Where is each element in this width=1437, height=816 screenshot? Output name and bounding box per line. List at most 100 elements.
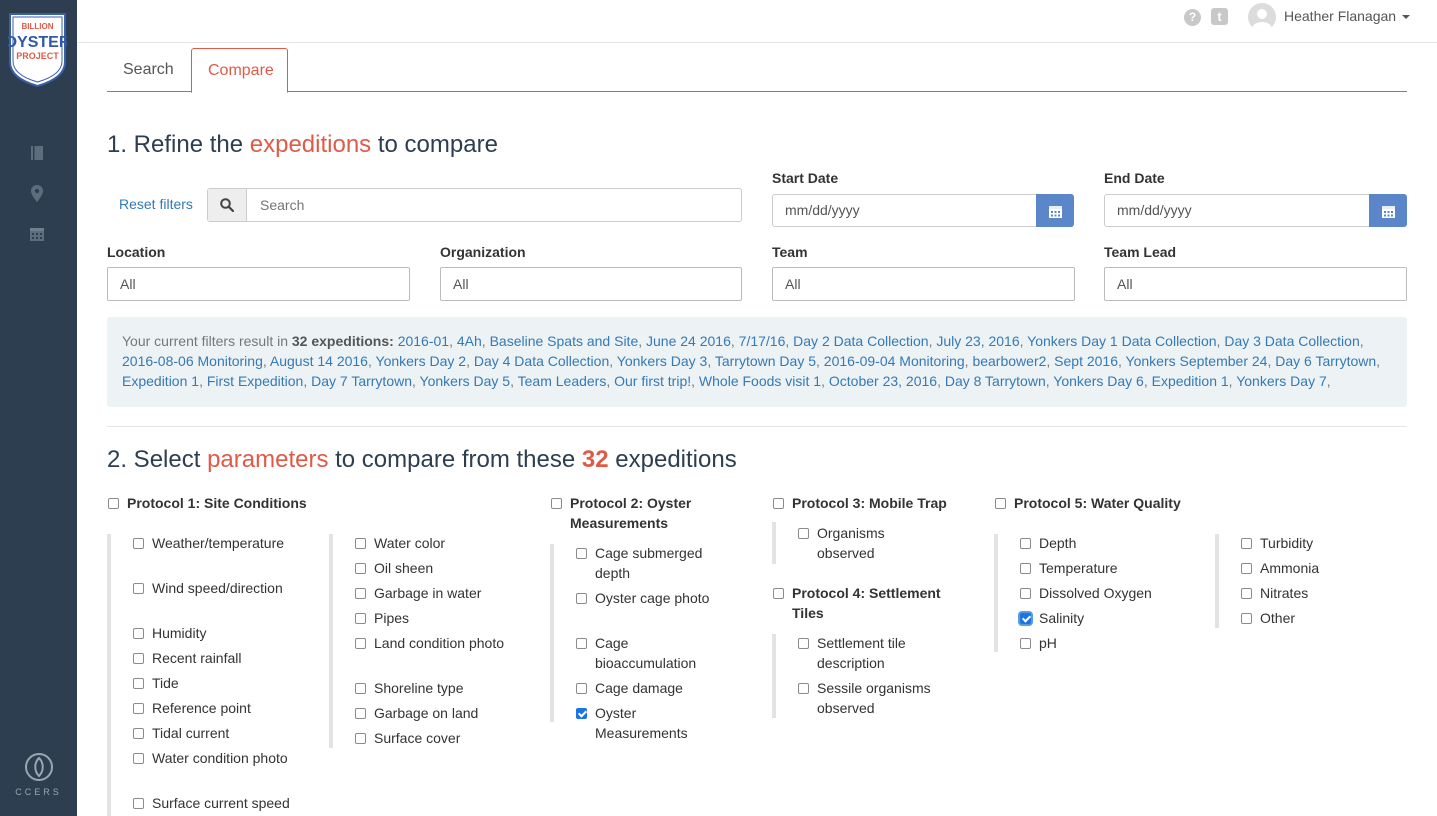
protocol-5-checkbox[interactable] xyxy=(995,498,1006,509)
user-menu[interactable]: Heather Flanagan xyxy=(1284,8,1410,24)
parameter-checkbox[interactable] xyxy=(1020,638,1031,649)
expedition-link[interactable]: Yonkers September 24 xyxy=(1126,353,1268,369)
expedition-link[interactable]: Team Leaders xyxy=(518,373,607,389)
team-select[interactable]: All xyxy=(772,267,1075,301)
organization-select[interactable]: All xyxy=(440,267,742,301)
tumblr-icon[interactable]: t xyxy=(1211,8,1228,25)
expedition-link[interactable]: Day 8 Tarrytown xyxy=(945,373,1046,389)
team-lead-select[interactable]: All xyxy=(1104,267,1407,301)
parameter-checkbox[interactable] xyxy=(355,588,366,599)
parameter-checkbox[interactable] xyxy=(576,548,587,559)
expedition-link[interactable]: Tarrytown Day 5 xyxy=(715,353,816,369)
parameter-checkbox[interactable] xyxy=(1241,588,1252,599)
parameter-checkbox[interactable] xyxy=(355,733,366,744)
expedition-link[interactable]: 4Ah xyxy=(457,333,482,349)
tab-bar: Search Compare xyxy=(107,48,1407,93)
calendar-icon[interactable] xyxy=(28,224,46,242)
parameter-checkbox[interactable] xyxy=(798,528,809,539)
parameter-checkbox[interactable] xyxy=(1241,538,1252,549)
parameter-checkbox[interactable] xyxy=(576,683,587,694)
expedition-link[interactable]: Yonkers Day 6 xyxy=(1053,373,1144,389)
map-marker-icon[interactable] xyxy=(28,184,46,202)
parameter-checkbox[interactable] xyxy=(133,728,144,739)
parameter-checkbox[interactable] xyxy=(576,708,587,719)
search-icon[interactable] xyxy=(208,189,247,221)
expedition-link[interactable]: Yonkers Day 5 xyxy=(420,373,511,389)
ccers-label: CCERS xyxy=(15,787,62,797)
parameter-checkbox[interactable] xyxy=(133,653,144,664)
protocol-1-bar-2 xyxy=(329,534,333,748)
expedition-link[interactable]: July 23, 2016 xyxy=(936,333,1019,349)
expedition-link[interactable]: Day 4 Data Collection xyxy=(474,353,609,369)
expedition-link[interactable]: 2016-08-06 Monitoring xyxy=(122,353,263,369)
end-date-input[interactable]: mm/dd/yyyy xyxy=(1104,194,1370,227)
start-date-input[interactable]: mm/dd/yyyy xyxy=(772,194,1037,227)
expedition-link[interactable]: 7/17/16 xyxy=(739,333,786,349)
parameter-checkbox[interactable] xyxy=(133,703,144,714)
parameter-checkbox[interactable] xyxy=(133,583,144,594)
parameter-checkbox[interactable] xyxy=(1241,613,1252,624)
expedition-link[interactable]: First Expedition xyxy=(207,373,303,389)
parameter-checkbox[interactable] xyxy=(576,593,587,604)
parameter-checkbox[interactable] xyxy=(133,753,144,764)
parameter-checkbox[interactable] xyxy=(355,708,366,719)
parameter-label: Recent rainfall xyxy=(152,650,242,666)
parameter-checkbox[interactable] xyxy=(133,628,144,639)
expedition-link[interactable]: Our first trip! xyxy=(614,373,691,389)
expedition-link[interactable]: Expedition 1 xyxy=(122,373,199,389)
location-select[interactable]: All xyxy=(107,267,410,301)
parameter-checkbox[interactable] xyxy=(1020,613,1031,624)
parameter-checkbox[interactable] xyxy=(798,638,809,649)
parameter-checkbox[interactable] xyxy=(1020,588,1031,599)
reset-filters-link[interactable]: Reset filters xyxy=(119,196,193,212)
parameter-checkbox[interactable] xyxy=(1241,563,1252,574)
protocol-3-checkbox[interactable] xyxy=(773,498,784,509)
expedition-link[interactable]: bearbower2 xyxy=(972,353,1046,369)
parameter-checkbox[interactable] xyxy=(133,538,144,549)
parameter-checkbox[interactable] xyxy=(1020,538,1031,549)
protocol-1-checkbox[interactable] xyxy=(108,498,119,509)
protocol-4-checkbox[interactable] xyxy=(773,588,784,599)
expedition-link[interactable]: June 24 2016 xyxy=(646,333,731,349)
search-input[interactable] xyxy=(248,189,741,221)
tab-search[interactable]: Search xyxy=(107,48,190,92)
book-icon[interactable] xyxy=(28,144,46,162)
billion-oyster-project-logo[interactable]: BILLION OYSTER PROJECT xyxy=(8,12,67,88)
parameter-checkbox[interactable] xyxy=(355,538,366,549)
expedition-link[interactable]: Whole Foods visit 1 xyxy=(699,373,821,389)
parameter-checkbox[interactable] xyxy=(355,613,366,624)
expedition-link[interactable]: Yonkers Day 2 xyxy=(376,353,467,369)
parameter-checkbox[interactable] xyxy=(133,798,144,809)
expedition-link[interactable]: October 23, 2016 xyxy=(829,373,937,389)
avatar[interactable] xyxy=(1248,3,1276,31)
expedition-link[interactable]: 2016-01 xyxy=(398,333,449,349)
parameter-checkbox[interactable] xyxy=(798,683,809,694)
expedition-link[interactable]: Yonkers Day 7 xyxy=(1236,373,1327,389)
expedition-link[interactable]: Sept 2016 xyxy=(1054,353,1118,369)
expedition-link[interactable]: Expedition 1 xyxy=(1152,373,1229,389)
protocol-2-checkbox[interactable] xyxy=(551,498,562,509)
expedition-link[interactable]: August 14 2016 xyxy=(270,353,368,369)
ccers-badge[interactable]: CCERS xyxy=(0,752,77,797)
start-date-group: mm/dd/yyyy xyxy=(772,194,1074,227)
parameter-checkbox[interactable] xyxy=(355,563,366,574)
parameter-label: Salinity xyxy=(1039,610,1085,626)
expedition-link[interactable]: Day 7 Tarrytown xyxy=(311,373,412,389)
parameter-checkbox[interactable] xyxy=(355,683,366,694)
expedition-link[interactable]: 2016-09-04 Monitoring xyxy=(824,353,965,369)
expedition-link[interactable]: Yonkers Day 1 Data Collection xyxy=(1027,333,1216,349)
expedition-link[interactable]: Day 3 Data Collection xyxy=(1224,333,1359,349)
expedition-link[interactable]: Yonkers Day 3 xyxy=(617,353,708,369)
parameter-checkbox[interactable] xyxy=(576,638,587,649)
parameter-checkbox[interactable] xyxy=(355,638,366,649)
expedition-link[interactable]: Baseline Spats and Site xyxy=(490,333,639,349)
calendar-icon xyxy=(1381,205,1395,218)
start-date-calendar-button[interactable] xyxy=(1036,194,1074,227)
expedition-link[interactable]: Day 6 Tarrytown xyxy=(1275,353,1376,369)
expedition-link[interactable]: Day 2 Data Collection xyxy=(793,333,928,349)
tab-compare[interactable]: Compare xyxy=(191,48,288,93)
parameter-checkbox[interactable] xyxy=(133,678,144,689)
help-icon[interactable]: ? xyxy=(1184,9,1201,26)
parameter-checkbox[interactable] xyxy=(1020,563,1031,574)
end-date-calendar-button[interactable] xyxy=(1369,194,1407,227)
